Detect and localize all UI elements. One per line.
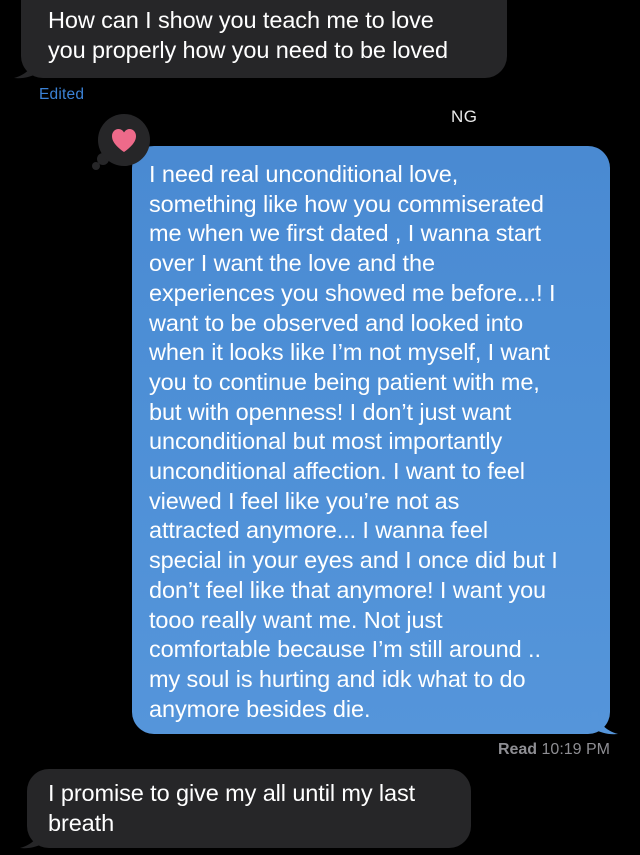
outgoing-message-bubble[interactable]: I need real unconditional love, somethin… — [132, 146, 610, 734]
incoming-message-bubble[interactable]: I promise to give my all until my last b… — [27, 769, 471, 848]
message-text-line: unconditional affection. I want to feel — [149, 458, 525, 485]
message-text-line: me when we first dated , I wanna start — [149, 220, 541, 247]
message-text-line: viewed I feel like you’re not as — [149, 487, 460, 514]
incoming-bubble-tail — [14, 56, 40, 79]
message-text-line: but with openness! I don’t just want — [149, 398, 512, 425]
message-text-line: I need real unconditional love, — [149, 161, 459, 187]
message-text-line: don’t feel like that anymore! I want you — [149, 576, 547, 603]
sender-name: NG — [451, 107, 478, 126]
message-text-line: want to be observed and looked into — [149, 309, 524, 336]
message-text-line: special in your eyes and I once did but … — [149, 547, 558, 574]
message-text-line: over I want the love and the — [149, 250, 435, 277]
message-text-line: you to continue being patient with me, — [149, 368, 540, 395]
message-text-line: breath — [48, 809, 115, 836]
heart-reaction-icon[interactable] — [90, 108, 162, 174]
message-text-line: How can I show you teach me to love — [48, 7, 434, 33]
message-text-line: you properly how you need to be loved — [48, 36, 448, 63]
message-text-line: experiences you showed me before...! I — [149, 279, 556, 306]
message-text-line: attracted anymore... I wanna feel — [149, 517, 488, 544]
read-receipt: Read 10:19 PM — [498, 741, 610, 759]
incoming-bubble-tail — [20, 826, 46, 849]
outgoing-bubble-tail — [592, 712, 618, 735]
read-time: 10:19 PM — [541, 741, 610, 758]
read-status: Read — [497, 741, 538, 758]
message-text-line: I promise to give my all until my last — [48, 780, 416, 806]
message-text-line: when it looks like I’m not myself, I wan… — [149, 339, 550, 366]
message-text-line: something like how you commiserated — [149, 190, 544, 217]
edited-label[interactable]: Edited — [39, 86, 84, 104]
message-text-line: unconditional but most importantly — [149, 428, 503, 455]
message-text-line: my soul is hurting and idk what to do — [149, 665, 526, 692]
message-text-line: tooo really want me. Not just — [149, 606, 443, 633]
message-text-line: anymore besides die. — [149, 695, 371, 722]
incoming-message-bubble[interactable]: How can I show you teach me to love you … — [21, 0, 507, 78]
message-text-line: comfortable because I’m still around .. — [149, 636, 541, 663]
